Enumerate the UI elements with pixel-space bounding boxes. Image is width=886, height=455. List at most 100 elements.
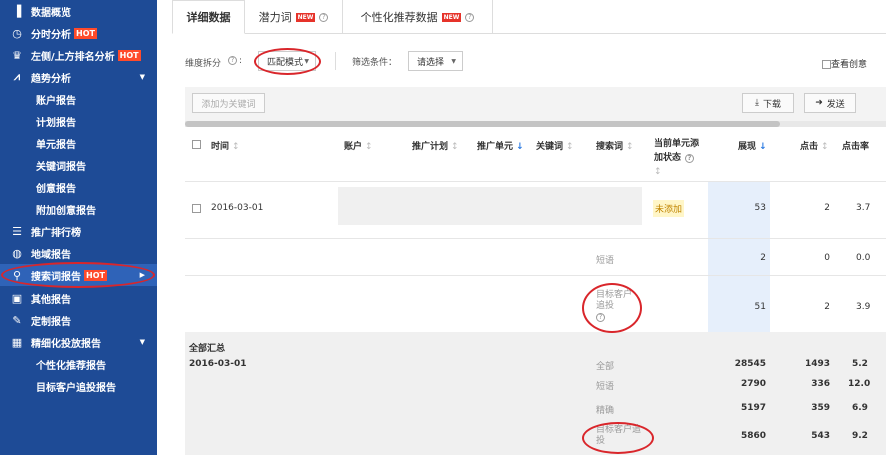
sidebar-item-time-analysis[interactable]: ◷ 分时分析 HOT (0, 22, 157, 44)
column-header-clicks[interactable]: 点击 ↕ (800, 139, 829, 152)
tab-personalized-data[interactable]: 个性化推荐数据 NEW ? (343, 0, 493, 34)
sort-icon: ↕ (821, 142, 829, 152)
help-icon[interactable]: ? (228, 56, 237, 65)
sidebar-item-label: 精细化投放报告 (31, 338, 101, 350)
subrow-clicks: 0 (824, 253, 830, 263)
sidebar-item-label: 推广排行榜 (31, 227, 81, 239)
add-keyword-button[interactable]: 添加为关键词 (192, 93, 265, 113)
download-icon: ⤓ (755, 98, 759, 108)
sidebar-item-label: 分时分析 (31, 29, 71, 41)
trend-icon: ⩘ (13, 70, 21, 83)
sidebar-item-data-overview[interactable]: ▐ 数据概览 (0, 0, 157, 22)
sidebar-item-refined-report[interactable]: ▦ 精细化投放报告 ▼ (0, 331, 157, 353)
search-icon: ⚲ (12, 268, 22, 282)
filter-select-value: 请选择 (417, 57, 445, 68)
sidebar-item-creative-report[interactable]: 创意报告 (0, 176, 157, 198)
column-header-time[interactable]: 时间 ↕ (211, 139, 240, 152)
sidebar-item-account-report[interactable]: 账户报告 (0, 88, 157, 110)
sidebar-item-region-report[interactable]: ◍ 地域报告 (0, 242, 157, 264)
summary-match-type: 全部 (596, 362, 615, 372)
subrow-impressions: 2 (760, 253, 766, 263)
sidebar-item-other-report[interactable]: ▣ 其他报告 (0, 287, 157, 309)
sidebar-item-personalized-report[interactable]: 个性化推荐报告 (0, 353, 157, 375)
sort-icon: ↕ (365, 142, 373, 152)
new-badge: NEW (295, 12, 316, 22)
clock-icon: ◷ (12, 26, 22, 40)
sidebar-item-label: 地域报告 (31, 249, 71, 261)
summary-date: 2016-03-01 (189, 359, 247, 369)
sidebar-item-trend-analysis[interactable]: ⩘ 趋势分析 ▼ (0, 66, 157, 88)
summary-impressions: 5197 (740, 403, 766, 413)
tab-label: 潜力词 (258, 11, 292, 24)
filter-select[interactable]: 请选择 ▼ (408, 51, 463, 71)
sidebar-item-label: 定制报告 (31, 316, 71, 328)
sidebar-item-label: 个性化推荐报告 (36, 360, 106, 372)
caret-down-icon: ▼ (451, 57, 456, 65)
bar-chart-icon: ▐ (12, 4, 22, 18)
view-creative-checkbox[interactable] (822, 60, 831, 69)
column-header-ctr[interactable]: 点击率 (842, 139, 886, 152)
horizontal-scrollbar[interactable] (185, 121, 886, 127)
globe-icon: ◍ (12, 246, 22, 260)
add-keyword-label: 添加为关键词 (201, 99, 256, 110)
help-icon[interactable]: ? (685, 154, 695, 163)
column-header-impressions[interactable]: 展现 ↓ (738, 139, 767, 152)
sidebar-item-custom-report[interactable]: ✎ 定制报告 (0, 309, 157, 331)
sidebar-item-extra-creative-report[interactable]: 附加创意报告 (0, 198, 157, 220)
tab-potential-words[interactable]: 潜力词 NEW ? (245, 0, 343, 34)
send-button[interactable]: ➜ 发送 (804, 93, 856, 113)
summary-section (185, 332, 886, 455)
sidebar-item-label: 计划报告 (36, 117, 76, 129)
hot-badge: HOT (84, 269, 107, 281)
sidebar-item-label: 搜索词报告 (31, 271, 81, 283)
subrow-match-type: 目标客户 追投 ? (596, 290, 633, 322)
trophy-icon: ♛ (12, 48, 22, 62)
help-icon[interactable]: ? (319, 12, 329, 22)
row-ctr: 3.7 (856, 203, 871, 213)
masked-cells (338, 187, 642, 225)
sort-icon: ↕ (654, 167, 662, 177)
sidebar-item-label: 目标客户追投报告 (36, 382, 116, 394)
status-badge: 未添加 (653, 200, 685, 217)
sort-icon: ↕ (451, 142, 459, 152)
main-content: 详细数据 潜力词 NEW ? 个性化推荐数据 NEW ? 维度拆分 ? : 匹配… (172, 0, 886, 455)
sidebar-item-rank-analysis[interactable]: ♛ 左侧/上方排名分析 HOT (0, 44, 157, 66)
summary-ctr: 5.2 (852, 359, 868, 369)
list-icon: ☰ (12, 224, 22, 238)
sidebar-item-search-term-report[interactable]: ⚲ 搜索词报告 HOT ▶ (0, 264, 157, 286)
sidebar-item-plan-report[interactable]: 计划报告 (0, 110, 157, 132)
column-header-plan[interactable]: 推广计划 ↕ (412, 139, 459, 152)
row-impressions: 53 (754, 203, 766, 213)
tab-detail-data[interactable]: 详细数据 (172, 0, 245, 34)
sidebar-item-label: 单元报告 (36, 139, 76, 151)
new-badge: NEW (441, 12, 462, 22)
sort-desc-icon: ↓ (759, 142, 767, 152)
calculator-icon: ▦ (11, 335, 23, 349)
subrow-ctr: 0.0 (856, 253, 871, 263)
chevron-down-icon: ▼ (139, 338, 145, 346)
sidebar-item-ranking[interactable]: ☰ 推广排行榜 (0, 220, 157, 242)
sidebar-item-retarget-report[interactable]: 目标客户追投报告 (0, 375, 157, 397)
column-header-search-term[interactable]: 搜索词 ↕ (596, 139, 634, 152)
chevron-down-icon: ▼ (139, 73, 145, 81)
sidebar-item-unit-report[interactable]: 单元报告 (0, 132, 157, 154)
select-all-checkbox[interactable] (192, 140, 201, 149)
hot-badge: HOT (117, 49, 141, 61)
download-button[interactable]: ⤓ 下载 (742, 93, 794, 113)
help-icon[interactable]: ? (465, 12, 475, 22)
column-header-status[interactable]: 当前单元添 加状态? ↕ (654, 137, 699, 179)
column-header-account[interactable]: 账户 ↕ (344, 139, 373, 152)
summary-impressions: 2790 (740, 379, 766, 389)
view-creative-toggle[interactable]: 查看创意 (822, 57, 867, 70)
caret-down-icon: ▼ (304, 57, 309, 65)
scrollbar-thumb[interactable] (185, 121, 780, 127)
dimension-select[interactable]: 匹配模式 ▼ (258, 51, 316, 71)
dimension-label: 维度拆分 (185, 59, 222, 69)
column-header-keyword[interactable]: 关键词 ↕ (536, 139, 574, 152)
sidebar-item-label: 附加创意报告 (36, 205, 96, 217)
column-header-unit[interactable]: 推广单元 ↓ (477, 139, 524, 152)
sidebar-item-keyword-report[interactable]: 关键词报告 (0, 154, 157, 176)
subrow-match-type: 短语 (596, 256, 615, 266)
help-icon[interactable]: ? (596, 313, 605, 322)
row-checkbox[interactable] (192, 204, 201, 213)
